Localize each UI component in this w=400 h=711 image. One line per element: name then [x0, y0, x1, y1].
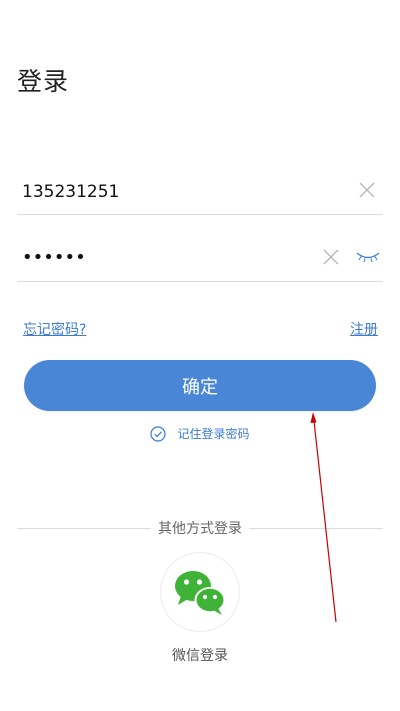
register-link[interactable]: 注册	[350, 319, 378, 339]
confirm-button-label: 确定	[182, 376, 218, 398]
clear-phone-icon[interactable]	[357, 180, 377, 200]
remember-password-label: 记住登录密码	[177, 427, 250, 441]
wechat-login-label: 微信登录	[172, 648, 228, 664]
check-circle-icon	[150, 425, 167, 442]
other-login-label: 其他方式登录	[158, 521, 242, 537]
confirm-button[interactable]: 确定	[24, 360, 376, 411]
clear-password-icon[interactable]	[321, 247, 341, 267]
phone-field[interactable]: 135231251	[17, 170, 383, 215]
password-field[interactable]: ••••••	[17, 237, 383, 282]
wechat-login-button[interactable]	[160, 552, 240, 632]
divider-line-right	[249, 527, 383, 529]
phone-input[interactable]: 135231251	[22, 182, 119, 202]
password-input[interactable]: ••••••	[22, 247, 86, 268]
divider-line-left	[17, 527, 151, 529]
other-login-divider: 其他方式登录	[17, 519, 383, 537]
page-title: 登录	[17, 67, 70, 96]
remember-password-toggle[interactable]: 记住登录密码	[0, 425, 400, 442]
forgot-password-link[interactable]: 忘记密码?	[23, 319, 86, 339]
wechat-icon	[175, 571, 226, 615]
eye-closed-icon[interactable]	[356, 250, 380, 264]
